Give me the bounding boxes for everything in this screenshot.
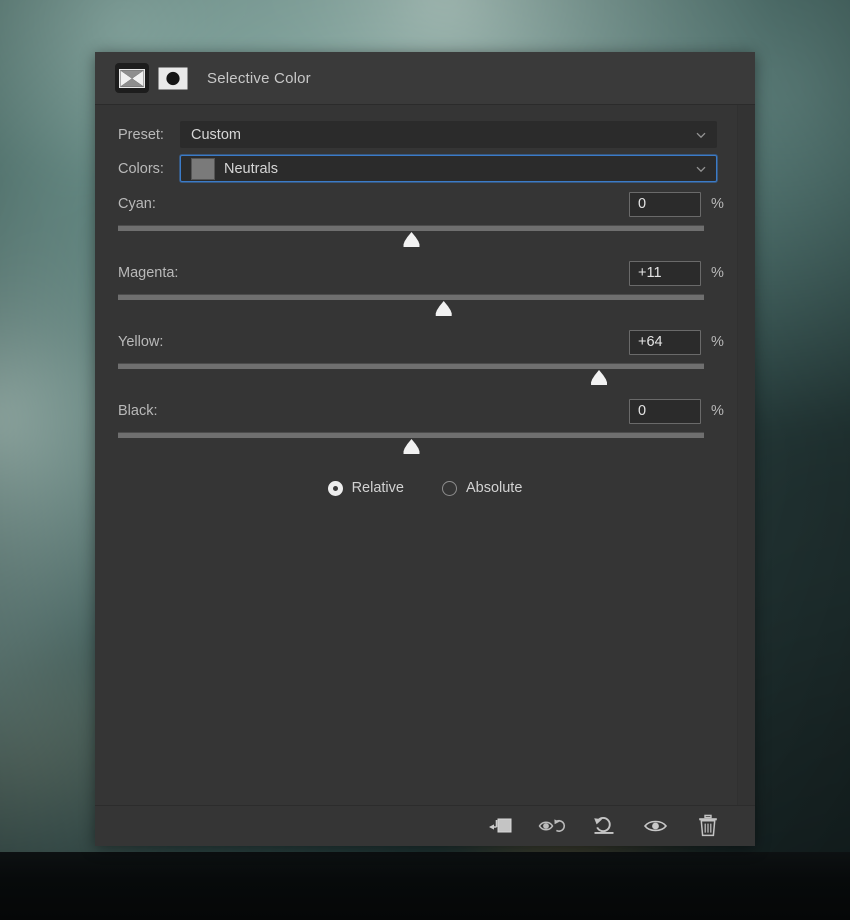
- panel-footer: [95, 805, 755, 845]
- radio-option-relative[interactable]: Relative: [327, 480, 404, 496]
- slider-track-area[interactable]: [118, 294, 732, 322]
- slider-value-input[interactable]: +64: [629, 329, 701, 355]
- reset-icon[interactable]: [590, 814, 618, 838]
- slider-track[interactable]: [118, 363, 704, 369]
- clip-to-layer-icon[interactable]: [486, 814, 514, 838]
- slider-label: Magenta:: [118, 265, 179, 281]
- slider-track[interactable]: [118, 432, 704, 438]
- layer-mask-icon[interactable]: [157, 66, 189, 91]
- slider-label: Yellow:: [118, 334, 164, 350]
- clip-to-layer-glyph: [489, 818, 512, 832]
- screen: Selective Color Preset: Custom Colors: N…: [0, 0, 850, 920]
- percent-symbol: %: [711, 334, 724, 350]
- visibility-eye-icon[interactable]: [642, 814, 670, 838]
- slider-label: Cyan:: [118, 196, 156, 212]
- scrollbar-track[interactable]: [737, 105, 755, 805]
- percent-symbol: %: [711, 403, 724, 419]
- preset-dropdown[interactable]: Custom: [180, 121, 717, 148]
- trash-icon[interactable]: [694, 814, 722, 838]
- radio-option-absolute[interactable]: Absolute: [441, 480, 523, 496]
- slider-handle[interactable]: [403, 232, 420, 247]
- selective-color-glyph: [119, 68, 145, 88]
- radio-button-icon[interactable]: [327, 480, 343, 496]
- slider-header: Magenta: +11%: [95, 258, 755, 288]
- slider-track-area[interactable]: [118, 432, 732, 460]
- slider-group: Yellow: +64%: [95, 327, 755, 391]
- preset-value: Custom: [191, 126, 241, 143]
- reset-glyph: [594, 817, 614, 834]
- slider-group: Cyan: 0%: [95, 189, 755, 253]
- color-swatch: [191, 157, 215, 180]
- percent-symbol: %: [711, 196, 724, 212]
- percent-symbol: %: [711, 265, 724, 281]
- selective-color-panel: Selective Color Preset: Custom Colors: N…: [95, 52, 755, 846]
- colors-row: Colors: Neutrals: [95, 153, 755, 184]
- slider-track[interactable]: [118, 225, 704, 231]
- slider-label: Black:: [118, 403, 158, 419]
- slider-value-input[interactable]: +11: [629, 260, 701, 286]
- panel-header: Selective Color: [95, 52, 755, 105]
- page-title: Selective Color: [207, 69, 311, 87]
- radio-label: Relative: [351, 480, 404, 496]
- background-dark-band: [0, 852, 850, 920]
- eye-glyph: [643, 820, 668, 831]
- colors-dropdown[interactable]: Neutrals: [180, 155, 717, 182]
- radio-label: Absolute: [465, 480, 523, 496]
- view-previous-state-glyph: [538, 818, 566, 832]
- slider-handle[interactable]: [403, 439, 420, 454]
- chevron-down-icon: [696, 132, 706, 138]
- slider-group: Magenta: +11%: [95, 258, 755, 322]
- slider-handle[interactable]: [435, 301, 452, 316]
- slider-list: Cyan: 0% Magenta: +11% Yellow: +64% Black: 0%: [95, 189, 755, 460]
- radio-button-icon[interactable]: [441, 480, 457, 496]
- slider-group: Black: 0%: [95, 396, 755, 460]
- slider-handle[interactable]: [591, 370, 607, 385]
- slider-header: Yellow: +64%: [95, 327, 755, 357]
- layer-mask-glyph: [158, 67, 188, 89]
- colors-label: Colors:: [118, 160, 164, 177]
- slider-header: Cyan: 0%: [95, 189, 755, 219]
- preset-label: Preset:: [118, 126, 164, 143]
- preset-row: Preset: Custom: [95, 119, 755, 150]
- method-radio-group: Relative Absolute: [95, 480, 755, 496]
- panel-body: Preset: Custom Colors: Neutrals Cyan: 0 …: [95, 105, 755, 805]
- slider-track[interactable]: [118, 294, 704, 300]
- slider-header: Black: 0%: [95, 396, 755, 426]
- trash-glyph: [699, 814, 717, 836]
- chevron-down-icon: [696, 166, 706, 172]
- slider-track-area[interactable]: [118, 225, 732, 253]
- slider-value-input[interactable]: 0: [629, 191, 701, 217]
- colors-value: Neutrals: [224, 160, 278, 177]
- view-previous-state-icon[interactable]: [538, 814, 566, 838]
- selective-color-icon[interactable]: [115, 63, 149, 93]
- slider-track-area[interactable]: [118, 363, 732, 391]
- slider-value-input[interactable]: 0: [629, 398, 701, 424]
